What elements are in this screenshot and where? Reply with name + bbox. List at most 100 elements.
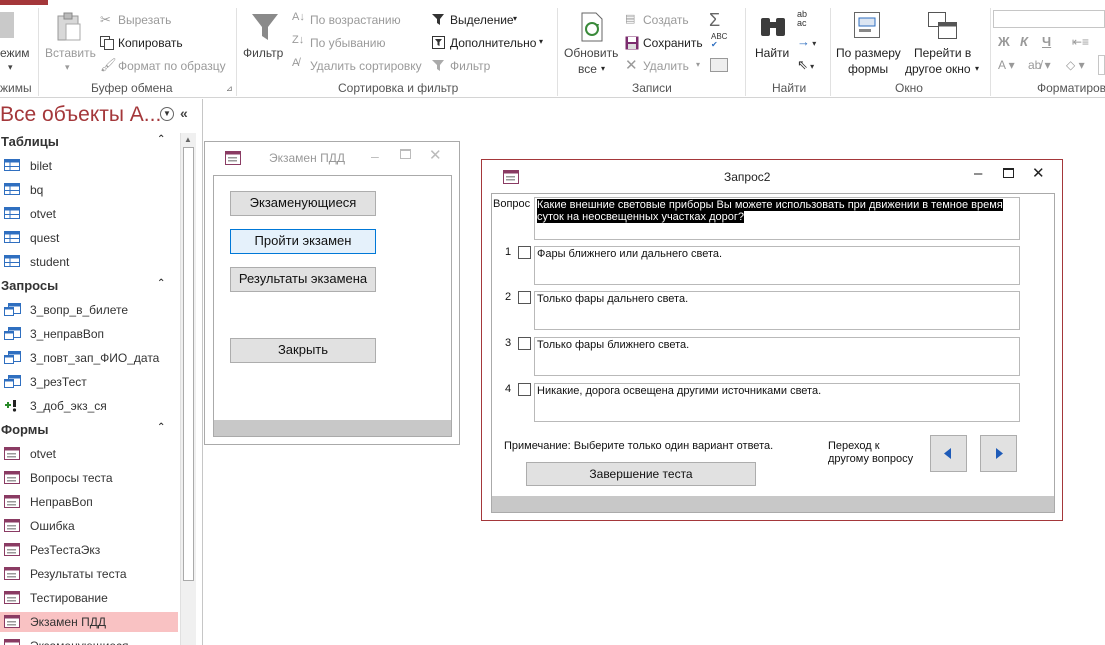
nav-item-table[interactable]: quest: [0, 228, 178, 248]
exam-form-footer: [214, 420, 451, 436]
close-icon[interactable]: ✕: [1032, 164, 1045, 182]
nav-item-table[interactable]: bilet: [0, 156, 178, 176]
italic-button[interactable]: К: [1020, 34, 1028, 49]
answer-field-1[interactable]: Фары ближнего или дальнего света.: [534, 246, 1020, 285]
nav-item-form[interactable]: РезТестаЭкз: [0, 540, 178, 560]
minimize-icon[interactable]: –: [371, 148, 379, 164]
views-group-label: жимы: [0, 81, 32, 95]
maximize-icon[interactable]: [400, 149, 411, 159]
collapse-chevron-icon[interactable]: ⌃: [157, 134, 165, 145]
goto-arrow-icon[interactable]: → ▾: [797, 34, 816, 49]
refresh-all-button[interactable]: Обновить все ▾: [560, 10, 622, 78]
collapse-pane-icon[interactable]: «: [180, 105, 188, 121]
prev-question-button[interactable]: [930, 435, 967, 472]
finish-test-button[interactable]: Завершение теста: [526, 462, 756, 486]
answer-field-3[interactable]: Только фары ближнего света.: [534, 337, 1020, 376]
collapse-chevron-icon[interactable]: ⌃: [157, 422, 165, 433]
nav-object-list: Таблицы ⌃ bilet bq otvet quest student Запросы ⌃…: [0, 130, 180, 645]
new-record-button[interactable]: ▤ Создать: [625, 12, 705, 28]
toggle-filter-button[interactable]: Фильтр: [432, 58, 512, 74]
exam-window-titlebar: Экзамен ПДД – ✕: [205, 142, 459, 174]
take-exam-button[interactable]: Пройти экзамен: [230, 229, 376, 254]
format-group-label: Форматиров: [1037, 81, 1105, 95]
fit-to-form-button[interactable]: По размеру формы: [834, 10, 904, 78]
more-records-icon[interactable]: [710, 58, 728, 72]
nav-item-form[interactable]: Тестирование: [0, 588, 178, 608]
font-name-combo[interactable]: [993, 10, 1105, 28]
table-icon: [4, 255, 20, 267]
dialog-launcher-icon[interactable]: ⊿: [226, 84, 233, 93]
query-icon: [4, 399, 22, 413]
answer-checkbox-3[interactable]: [518, 337, 531, 350]
more-format-icon[interactable]: [1098, 55, 1105, 75]
spelling-icon[interactable]: ABC ✔: [711, 33, 727, 49]
nav-item-form[interactable]: Вопросы теста: [0, 468, 178, 488]
switch-windows-button[interactable]: Перейти в другое окно ▾: [904, 10, 986, 78]
nav-menu-chevron-icon[interactable]: ▼: [160, 107, 174, 121]
delete-record-button[interactable]: ✕ Удалить ▾: [625, 57, 715, 74]
nav-item-query[interactable]: 3_резТест: [0, 372, 178, 392]
nav-item-table[interactable]: student: [0, 252, 178, 272]
close-icon[interactable]: ✕: [429, 146, 442, 164]
fill-color-icon[interactable]: ◇ ▾: [1066, 58, 1085, 72]
bold-button[interactable]: Ж: [998, 34, 1010, 49]
filter-button[interactable]: Фильтр: [242, 10, 288, 74]
cut-button[interactable]: ✂ Вырезать: [100, 12, 230, 28]
collapse-chevron-icon[interactable]: ⌃: [157, 278, 165, 289]
nav-item-form[interactable]: otvet: [0, 444, 178, 464]
nav-item-query[interactable]: 3_неправВоп: [0, 324, 178, 344]
answer-field-4[interactable]: Никакие, дорога освещена другими источни…: [534, 383, 1020, 422]
answer-checkbox-2[interactable]: [518, 291, 531, 304]
nav-item-form[interactable]: Экзаменующиеся: [0, 636, 178, 645]
maximize-icon[interactable]: [1003, 168, 1014, 178]
nav-title[interactable]: Все объекты A...: [0, 103, 160, 129]
advanced-button[interactable]: Дополнительно ▾: [432, 35, 552, 51]
remove-sort-button[interactable]: A̸ Удалить сортировку: [292, 57, 432, 74]
highlight-icon[interactable]: ab̸ ▾: [1028, 58, 1051, 72]
nav-item-table[interactable]: bq: [0, 180, 178, 200]
save-button[interactable]: Сохранить: [625, 35, 715, 51]
exam-results-button[interactable]: Результаты экзамена: [230, 267, 376, 292]
nav-scroll-thumb[interactable]: [183, 147, 194, 581]
replace-icon[interactable]: ab ac: [797, 10, 807, 28]
indent-icon[interactable]: ⇤≡: [1072, 35, 1089, 49]
nav-item-form[interactable]: Ошибка: [0, 516, 178, 536]
close-form-button[interactable]: Закрыть: [230, 338, 376, 363]
next-question-button[interactable]: [980, 435, 1017, 472]
advanced-filter-icon: [432, 36, 445, 49]
selection-button[interactable]: Выделение ▾: [432, 12, 542, 28]
underline-button[interactable]: Ч: [1042, 34, 1051, 49]
examinees-button[interactable]: Экзаменующиеся: [230, 191, 376, 216]
answer-checkbox-4[interactable]: [518, 383, 531, 396]
nav-item-label: Результаты теста: [30, 567, 127, 581]
sort-ascending-button[interactable]: A↓ По возрастанию: [292, 11, 422, 28]
answer-number: 1: [505, 246, 512, 258]
nav-item-query[interactable]: 3_повт_зап_ФИО_дата: [0, 348, 178, 368]
nav-item-form[interactable]: НеправВоп: [0, 492, 178, 512]
nav-item-table[interactable]: otvet: [0, 204, 178, 224]
nav-item-query[interactable]: 3_доб_экз_ся: [0, 396, 178, 416]
scroll-up-icon[interactable]: ▲: [184, 135, 192, 144]
font-color-icon[interactable]: A ▾: [998, 58, 1015, 72]
find-button[interactable]: Найти: [750, 10, 796, 74]
navigation-label-line1: Переход к: [828, 440, 880, 452]
select-cursor-icon[interactable]: ⇖ ▾: [797, 57, 814, 73]
answer-field-2[interactable]: Только фары дальнего света.: [534, 291, 1020, 330]
nav-section-tables[interactable]: Таблицы ⌃: [0, 132, 178, 152]
nav-section-forms[interactable]: Формы ⌃: [0, 420, 178, 440]
nav-item-query[interactable]: 3_вопр_в_билете: [0, 300, 178, 320]
question-field[interactable]: Какие внешние световые приборы Вы можете…: [534, 197, 1020, 240]
nav-section-queries[interactable]: Запросы ⌃: [0, 276, 178, 296]
paste-button[interactable]: Вставить ▾: [44, 10, 96, 74]
nav-item-label: Экзамен ПДД: [30, 615, 106, 629]
totals-sigma-icon[interactable]: Σ: [709, 10, 720, 31]
nav-item-form[interactable]: Экзамен ПДД: [0, 612, 178, 632]
nav-scrollbar[interactable]: ▲: [180, 133, 196, 645]
copy-button[interactable]: Копировать: [100, 35, 230, 51]
view-button[interactable]: ежим ▾: [0, 12, 34, 74]
answer-checkbox-1[interactable]: [518, 246, 531, 259]
sort-descending-button[interactable]: Z↓ По убыванию: [292, 34, 422, 51]
nav-item-form[interactable]: Результаты теста: [0, 564, 178, 584]
minimize-icon[interactable]: –: [974, 165, 982, 182]
format-painter-button[interactable]: 🖌 Формат по образцу: [100, 57, 230, 74]
